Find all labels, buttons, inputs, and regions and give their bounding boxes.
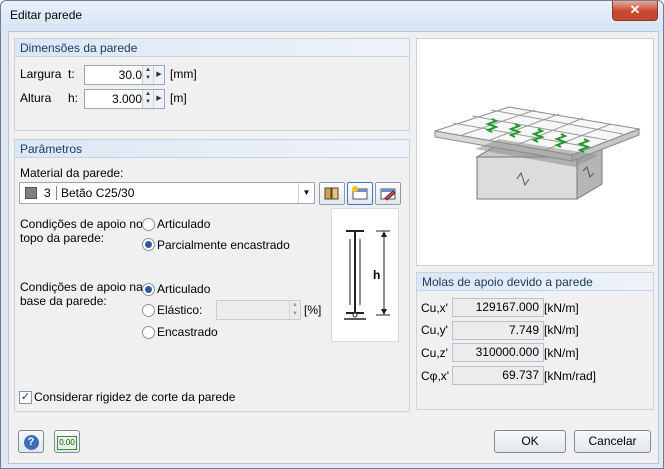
units-button[interactable]: 0.00 (54, 430, 80, 453)
dimensions-header: Dimensões da parede (15, 39, 409, 57)
top-hinged-label[interactable]: Articulado (157, 217, 210, 231)
spring-cuy-unit: [kN/m] (544, 323, 579, 337)
parameters-group: Parâmetros Material da parede: 3 Betão C… (14, 139, 410, 412)
material-swatch (25, 187, 37, 199)
dialog-content: Dimensões da parede Largura t: 30.0 ▲ ▼ ▶… (8, 31, 659, 464)
spring-cuy-value: 7.749 (452, 321, 544, 340)
shear-stiffness-checkbox[interactable]: ✓ (19, 391, 32, 404)
close-button[interactable]: ✕ (612, 1, 658, 21)
base-elastic-radio[interactable] (142, 304, 155, 317)
base-condition-label-2: base da parede: (20, 294, 107, 308)
decimals-icon: 0.00 (57, 436, 77, 450)
base-fixed-radio[interactable] (142, 326, 155, 339)
width-unit: [mm] (170, 67, 197, 81)
height-unit: [m] (170, 91, 187, 105)
height-spinner[interactable]: ▲ ▼ (142, 90, 153, 108)
spring-cuy-label: Cu,y' (421, 323, 448, 337)
spring-cphix-unit: [kNm/rad] (544, 369, 597, 383)
dialog-window: Editar parede ✕ Dimensões da parede Larg… (0, 0, 664, 469)
base-fixed-label[interactable]: Encastrado (157, 325, 218, 339)
spring-cux-label: Cu,x' (421, 301, 448, 315)
height-more-button[interactable]: ▶ (153, 90, 164, 108)
material-number: 3 (44, 186, 51, 200)
material-name: Betão C25/30 (61, 186, 135, 200)
top-condition-label-2: topo da parede: (20, 231, 105, 245)
base-condition-label-1: Condições de apoio na (20, 280, 143, 294)
new-material-icon (352, 186, 368, 200)
base-hinged-radio[interactable] (142, 283, 155, 296)
width-label: Largura (20, 67, 62, 81)
material-library-button[interactable] (319, 182, 345, 205)
height-symbol: h: (68, 91, 79, 105)
base-elastic-label[interactable]: Elástico: (157, 303, 202, 317)
material-divider (56, 186, 57, 200)
spring-cuz-label: Cu,z' (421, 346, 448, 360)
spring-cphix-label: Cφ,x' (421, 369, 450, 383)
height-value: 3.000 (111, 92, 142, 106)
edit-material-icon (380, 188, 396, 201)
top-condition-label-1: Condições de apoio no (20, 217, 143, 231)
spring-cux-unit: [kN/m] (544, 301, 579, 315)
wall-diagram-graphic (344, 230, 390, 320)
window-title: Editar parede (10, 8, 83, 22)
width-spinner[interactable]: ▲ ▼ (142, 66, 153, 84)
width-input[interactable]: 30.0 ▲ ▼ ▶ (84, 65, 165, 85)
wall-3d-preview (416, 38, 654, 266)
shear-stiffness-label[interactable]: Considerar rigidez de corte da parede (34, 390, 235, 404)
height-dimension-label: h (373, 268, 381, 282)
spring-cux-value: 129167.000 (452, 298, 544, 317)
springs-group: Molas de apoio devido a parede Cu,x' 129… (416, 272, 654, 410)
book-icon (324, 187, 339, 200)
help-icon: ? (23, 435, 39, 450)
ok-button[interactable]: OK (494, 430, 566, 453)
elastic-spinner[interactable]: ▲ ▼ (289, 301, 300, 319)
material-label: Material da parede: (20, 166, 124, 180)
parameters-header: Parâmetros (15, 140, 409, 158)
top-partial-label[interactable]: Parcialmente encastrado (157, 238, 290, 252)
springs-header: Molas de apoio devido a parede (417, 273, 653, 291)
width-value: 30.0 (118, 68, 142, 82)
spring-cphix-value: 69.737 (452, 366, 544, 385)
edit-material-button[interactable] (375, 182, 401, 205)
width-more-button[interactable]: ▶ (153, 66, 164, 84)
new-material-button[interactable] (347, 182, 373, 205)
top-partial-radio[interactable] (142, 238, 155, 251)
spring-cuz-value: 310000.000 (452, 343, 544, 362)
top-hinged-radio[interactable] (142, 218, 155, 231)
height-label: Altura (20, 91, 52, 105)
width-symbol: t: (68, 67, 75, 81)
base-hinged-label[interactable]: Articulado (157, 282, 210, 296)
help-button[interactable]: ? (18, 430, 44, 453)
chevron-down-icon[interactable]: ▼ (298, 183, 314, 203)
dimensions-group: Dimensões da parede Largura t: 30.0 ▲ ▼ ▶… (14, 38, 410, 131)
elastic-unit: [%] (304, 303, 322, 317)
wall-3d-graphic (434, 106, 641, 200)
elastic-input[interactable]: ▲ ▼ (216, 300, 301, 320)
material-select[interactable]: 3 Betão C25/30 ▼ (19, 182, 315, 204)
wall-support-diagram: h (331, 208, 399, 342)
height-input[interactable]: 3.000 ▲ ▼ ▶ (84, 89, 165, 109)
cancel-button[interactable]: Cancelar (574, 430, 651, 453)
title-bar: Editar parede ✕ (1, 1, 663, 31)
spring-cuz-unit: [kN/m] (544, 346, 579, 360)
